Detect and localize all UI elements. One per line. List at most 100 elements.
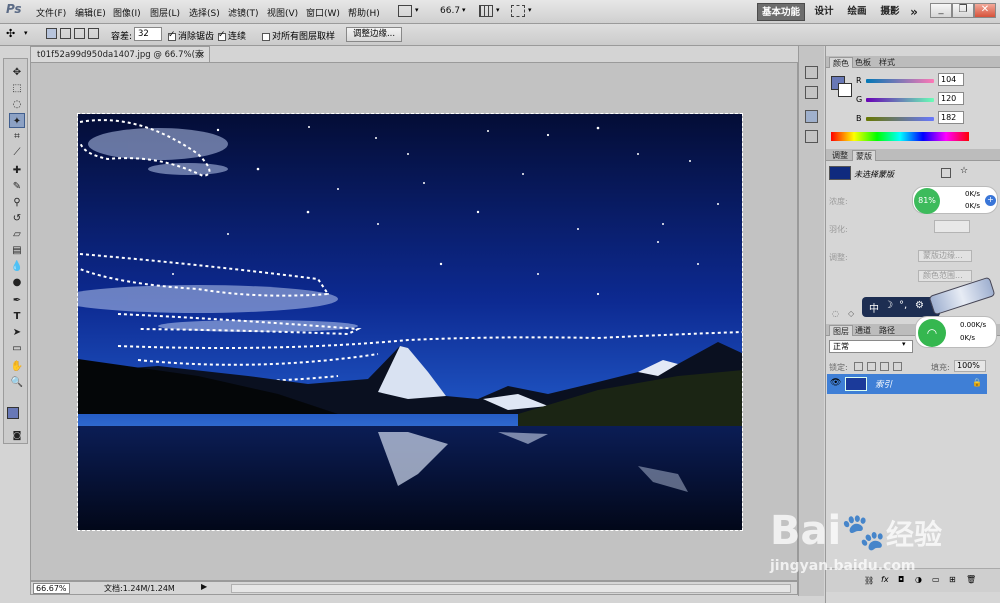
chevron-down-icon[interactable]: ▾: [528, 6, 532, 14]
quick-selection-tool-icon[interactable]: ✦: [9, 113, 25, 128]
gradient-tool-icon[interactable]: ▤: [9, 243, 25, 258]
wifi-monitor-widget[interactable]: ◠ 0.00K/s 0K/s: [915, 316, 997, 348]
mask-edge-button[interactable]: 蒙版边缘...: [918, 250, 972, 262]
apply-mask-icon[interactable]: ◇: [848, 309, 854, 318]
history-brush-tool-icon[interactable]: ↺: [9, 211, 25, 226]
close-document-icon[interactable]: ×: [198, 47, 205, 63]
close-button[interactable]: ✕: [974, 3, 996, 18]
antialias-checkbox[interactable]: 消除锯齿: [168, 29, 214, 42]
load-selection-icon[interactable]: ◌: [832, 309, 839, 318]
chevron-down-icon[interactable]: ▾: [462, 6, 466, 14]
tolerance-input[interactable]: 32: [134, 27, 162, 41]
fx-icon[interactable]: fx: [881, 575, 889, 584]
canvas-workspace[interactable]: [30, 62, 798, 581]
punctuation-icon[interactable]: °,: [899, 300, 907, 311]
history-panel-icon[interactable]: [805, 66, 818, 79]
adjustment-layer-icon[interactable]: ◑: [915, 575, 922, 584]
zoom-tool-icon[interactable]: 🔍: [9, 375, 25, 390]
menu-edit[interactable]: 编辑(E): [75, 6, 106, 19]
eye-icon[interactable]: 👁: [830, 378, 841, 388]
green-slider[interactable]: [866, 98, 934, 102]
menu-select[interactable]: 选择(S): [189, 6, 220, 19]
lasso-tool-icon[interactable]: ◌: [9, 97, 25, 112]
menu-image[interactable]: 图像(I): [113, 6, 141, 19]
settings-gear-icon[interactable]: ⚙: [915, 300, 924, 311]
zoom-status-field[interactable]: 66.67%: [33, 583, 70, 594]
tab-paths[interactable]: 路径: [876, 325, 898, 336]
brush-tool-icon[interactable]: ✎: [9, 179, 25, 194]
menu-help[interactable]: 帮助(H): [348, 6, 380, 19]
blend-mode-select[interactable]: 正常: [829, 340, 913, 353]
add-mask-icon[interactable]: ◘: [898, 575, 904, 584]
add-selection-icon[interactable]: [60, 28, 71, 39]
ime-mode[interactable]: 中: [869, 300, 879, 315]
pixel-mask-icon[interactable]: [941, 168, 951, 178]
intersect-selection-icon[interactable]: [88, 28, 99, 39]
chevron-down-icon[interactable]: ▾: [24, 29, 28, 37]
new-selection-icon[interactable]: [46, 28, 57, 39]
more-workspaces-button[interactable]: »: [906, 3, 922, 21]
fill-input[interactable]: 100%: [954, 360, 986, 372]
eyedropper-tool-icon[interactable]: ⟋: [9, 145, 25, 160]
sample-all-layers-checkbox[interactable]: 对所有图层取样: [262, 29, 335, 42]
color-range-button[interactable]: 颜色范围...: [918, 270, 972, 282]
delete-layer-icon[interactable]: 🗑: [966, 575, 976, 584]
rectangle-tool-icon[interactable]: ▭: [9, 341, 25, 356]
hand-tool-icon[interactable]: ✋: [9, 359, 25, 374]
new-group-icon[interactable]: ▭: [932, 575, 940, 584]
workspace-painting-button[interactable]: 绘画: [845, 3, 869, 21]
document-image[interactable]: [77, 113, 743, 531]
quick-mask-icon[interactable]: ◙: [9, 429, 25, 444]
screen-layout-icon[interactable]: [511, 5, 525, 17]
zoom-level-display[interactable]: 66.7: [440, 6, 460, 16]
green-value-input[interactable]: 120: [938, 92, 964, 105]
blue-value-input[interactable]: 182: [938, 111, 964, 124]
moon-icon[interactable]: ☽: [884, 300, 893, 311]
lock-all-icon[interactable]: [893, 362, 902, 371]
layer-name[interactable]: 索引: [875, 378, 892, 390]
type-tool-icon[interactable]: T: [9, 309, 25, 324]
arrange-documents-icon[interactable]: [479, 5, 493, 17]
menu-layer[interactable]: 图层(L): [150, 6, 180, 19]
marquee-tool-icon[interactable]: ⬚: [9, 81, 25, 96]
clone-stamp-tool-icon[interactable]: ⚲: [9, 195, 25, 210]
workspace-design-button[interactable]: 设计: [812, 3, 836, 21]
workspace-essentials-button[interactable]: 基本功能: [757, 3, 805, 21]
foreground-color-swatch[interactable]: [7, 407, 19, 419]
path-selection-tool-icon[interactable]: ➤: [9, 325, 25, 340]
blur-tool-icon[interactable]: 💧: [9, 259, 25, 274]
tab-color[interactable]: 颜色: [829, 57, 853, 68]
feather-input[interactable]: [934, 220, 970, 233]
restore-button[interactable]: ❐: [952, 3, 974, 18]
tab-masks[interactable]: 蒙版: [852, 150, 876, 161]
character-panel-icon[interactable]: [805, 130, 818, 143]
status-menu-icon[interactable]: ▶: [201, 582, 207, 591]
new-layer-icon[interactable]: ⊞: [949, 575, 956, 584]
crop-tool-icon[interactable]: ⌗: [9, 129, 25, 144]
swatches-panel-icon[interactable]: [805, 110, 818, 123]
minimize-button[interactable]: _: [930, 3, 952, 18]
actions-panel-icon[interactable]: [805, 86, 818, 99]
magic-wand-tool-icon[interactable]: ✣: [6, 27, 15, 40]
lock-transparency-icon[interactable]: [854, 362, 863, 371]
chevron-down-icon[interactable]: ▾: [496, 6, 500, 14]
pen-tool-icon[interactable]: ✒: [9, 293, 25, 308]
background-color-chip[interactable]: [838, 83, 852, 97]
contiguous-checkbox[interactable]: 连续: [218, 29, 246, 42]
tab-channels[interactable]: 通道: [852, 325, 874, 336]
screen-mode-icon[interactable]: [398, 5, 412, 17]
color-spectrum-bar[interactable]: [831, 132, 969, 141]
blue-slider[interactable]: [866, 117, 934, 121]
chevron-down-icon[interactable]: ▾: [415, 6, 419, 14]
add-icon[interactable]: +: [985, 195, 996, 206]
menu-filter[interactable]: 滤镜(T): [228, 6, 259, 19]
healing-brush-tool-icon[interactable]: ✚: [9, 163, 25, 178]
workspace-photography-button[interactable]: 摄影: [878, 3, 902, 21]
move-tool-icon[interactable]: ✥: [9, 65, 25, 80]
chevron-down-icon[interactable]: ▾: [902, 340, 906, 348]
lock-pixels-icon[interactable]: [867, 362, 876, 371]
horizontal-scrollbar[interactable]: [231, 584, 791, 593]
lock-position-icon[interactable]: [880, 362, 889, 371]
vector-mask-icon[interactable]: ☆: [960, 166, 968, 176]
subtract-selection-icon[interactable]: [74, 28, 85, 39]
